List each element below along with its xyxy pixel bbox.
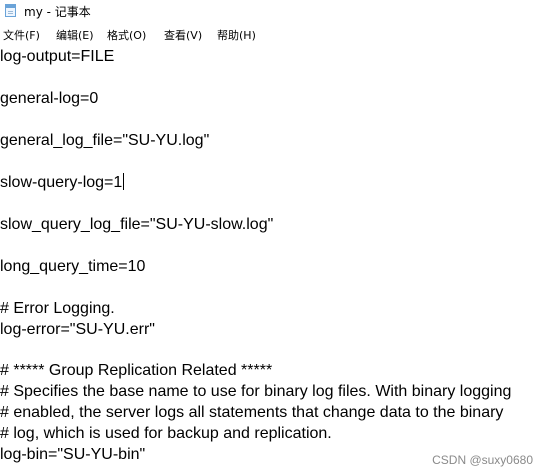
text-line: long_query_time=10: [0, 257, 145, 277]
text-line: log-error="SU-YU.err": [0, 320, 155, 340]
text-line: log-output=FILE: [0, 47, 114, 67]
text-line: general_log_file="SU-YU.log": [0, 131, 209, 151]
menu-bar: 文件(F) 编辑(E) 格式(O) 查看(V) 帮助(H): [0, 24, 547, 44]
text-line-content: # log, which is used for backup and repl…: [0, 425, 332, 442]
notepad-icon: [5, 4, 16, 17]
text-line-content: # Error Logging.: [0, 300, 115, 317]
text-line-content: # Specifies the base name to use for bin…: [0, 383, 512, 400]
text-line: # Error Logging.: [0, 299, 115, 319]
menu-help[interactable]: 帮助(H): [217, 27, 256, 43]
text-line: # enabled, the server logs all statement…: [0, 403, 503, 423]
text-line: log-bin="SU-YU-bin": [0, 445, 145, 465]
menu-edit[interactable]: 编辑(E): [56, 27, 94, 43]
title-bar[interactable]: my - 记事本: [0, 0, 547, 22]
text-line: general-log=0: [0, 89, 98, 109]
window-title: my - 记事本: [24, 5, 91, 19]
text-line-content: # ***** Group Replication Related *****: [0, 362, 273, 379]
text-line-content: general-log=0: [0, 90, 99, 107]
menu-format[interactable]: 格式(O): [107, 27, 146, 43]
text-line: # ***** Group Replication Related *****: [0, 361, 272, 381]
menu-view[interactable]: 查看(V): [164, 27, 202, 43]
text-caret: [123, 173, 125, 190]
text-line-content: general_log_file="SU-YU.log": [0, 132, 210, 149]
text-line-content: slow-query-log=1: [0, 174, 123, 191]
text-line-content: # enabled, the server logs all statement…: [0, 404, 504, 421]
text-line-content: log-output=FILE: [0, 48, 115, 65]
text-editor-area[interactable]: log-output=FILE general-log=0 general_lo…: [0, 44, 547, 476]
text-line-content: slow_query_log_file="SU-YU-slow.log": [0, 216, 274, 233]
text-line: # log, which is used for backup and repl…: [0, 424, 332, 444]
text-line-content: log-error="SU-YU.err": [0, 321, 155, 338]
text-line: slow-query-log=1: [0, 173, 125, 193]
watermark: CSDN @suxy0680: [432, 453, 533, 467]
text-line-content: log-bin="SU-YU-bin": [0, 446, 146, 463]
text-line-content: long_query_time=10: [0, 258, 146, 275]
text-line: slow_query_log_file="SU-YU-slow.log": [0, 215, 273, 235]
menu-file[interactable]: 文件(F): [3, 27, 40, 43]
text-line: # Specifies the base name to use for bin…: [0, 382, 511, 402]
